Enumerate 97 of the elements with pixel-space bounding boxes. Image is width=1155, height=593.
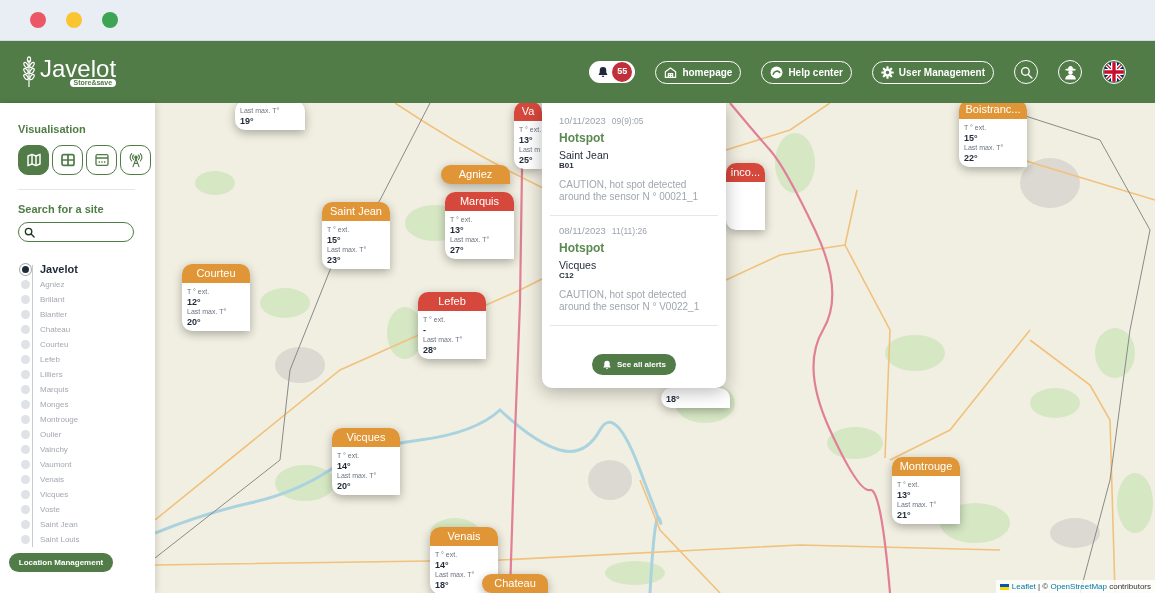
temperature-value: 13° <box>897 490 911 500</box>
map-icon <box>25 152 42 168</box>
alert-type: Hotspot <box>559 241 606 255</box>
search-icon <box>24 226 35 238</box>
marker-title: Lefeb <box>418 292 486 311</box>
antenna-view-button[interactable] <box>120 145 151 175</box>
temperature-value: 15° <box>964 133 978 143</box>
flag-icon <box>999 583 1009 590</box>
flag-icon <box>1104 62 1124 82</box>
marker-title: Va <box>514 103 542 121</box>
alert-sensor-code: C12 <box>559 271 575 280</box>
site-item[interactable]: Agniez <box>18 277 155 292</box>
notification-count: 55 <box>612 62 633 82</box>
alert-time: 11(11):26 <box>611 225 647 237</box>
antenna-icon <box>127 152 144 168</box>
temperature-value: 13° <box>519 135 533 145</box>
max-temperature-value: 20° <box>187 317 201 327</box>
panel-icon <box>93 152 110 168</box>
search-icon <box>1019 65 1033 79</box>
max-temperature-value: 22° <box>964 153 978 163</box>
notifications-button[interactable]: 55 <box>589 61 636 83</box>
site-item[interactable]: Brillant <box>18 292 155 307</box>
alert-time: 09(9):05 <box>611 115 644 127</box>
marker-title: Montrouge <box>892 457 960 476</box>
temperature-value: - <box>423 325 426 335</box>
map-view-button[interactable] <box>18 145 49 175</box>
temperature-value: 12° <box>187 297 201 307</box>
plant-logo-icon <box>22 56 36 88</box>
panel-view-button[interactable] <box>86 145 117 175</box>
alert-message: CAUTION, hot spot detected around the sensor N ° 00021_1 <box>559 179 700 203</box>
table-icon <box>59 152 76 168</box>
max-temperature-value: 20° <box>337 481 351 491</box>
section-title: Visualisation <box>18 122 87 136</box>
max-temperature-value: 25° <box>519 155 533 165</box>
max-temperature-value: 28° <box>423 345 437 355</box>
site-item[interactable]: Marquis <box>18 382 155 397</box>
marker-title: Vicques <box>332 428 400 447</box>
attribution-link[interactable]: OpenStreetMap <box>1050 581 1107 591</box>
swirl-icon <box>770 65 784 79</box>
site-item[interactable]: Lilliers <box>18 367 155 382</box>
marker-card[interactable]: inco... <box>726 163 765 230</box>
site-item[interactable]: Saint Jean <box>18 517 155 532</box>
language-button[interactable] <box>1102 60 1126 84</box>
marker-card[interactable]: 18° <box>661 388 730 408</box>
alert-site: Vicques <box>559 259 598 271</box>
max-temperature-value: 27° <box>450 245 464 255</box>
close-button[interactable] <box>30 12 46 28</box>
alert-date: 08/11/2023 <box>559 225 606 237</box>
temperature-value: 13° <box>450 225 464 235</box>
map-marker[interactable]: Chateau <box>482 574 548 593</box>
marker-title: Venais <box>430 527 498 546</box>
max-temperature-value: 18° <box>435 580 449 590</box>
site-item[interactable]: Montrouge <box>18 412 155 427</box>
max-temperature-value: 21° <box>897 510 911 520</box>
site-item[interactable]: Monges <box>18 397 155 412</box>
marker-title: Marquis <box>445 192 514 211</box>
site-item[interactable]: Lefeb <box>18 352 155 367</box>
temperature-value: 15° <box>327 235 341 245</box>
site-item[interactable]: Venais <box>18 472 155 487</box>
marker-title: Boistranc... <box>959 103 1027 119</box>
temperature-value: 14° <box>435 560 449 570</box>
marker-title: Saint Jean <box>322 202 390 221</box>
max-temperature-value: 18° <box>666 394 680 404</box>
person-icon <box>1062 64 1078 80</box>
site-item[interactable]: Voste <box>18 502 155 517</box>
site-item[interactable]: Saint Louis <box>18 532 155 547</box>
attribution-text: Leaflet | © OpenStreetMap contributors <box>1011 581 1151 592</box>
logo-text: Javelot <box>40 57 117 81</box>
alert-type: Hotspot <box>559 131 606 145</box>
marker-title: inco... <box>726 163 765 182</box>
zoom-button[interactable] <box>102 12 118 28</box>
site-item[interactable]: Vicques <box>18 487 155 502</box>
map-marker[interactable]: Agniez <box>441 165 510 184</box>
alert-sensor-code: B01 <box>559 161 575 170</box>
location-management-button[interactable]: Location Management <box>9 553 113 572</box>
table-view-button[interactable] <box>52 145 83 175</box>
site-item[interactable]: Javelot <box>18 262 155 277</box>
marker-title: Courteu <box>182 264 250 283</box>
bell-icon <box>597 66 610 78</box>
site-item[interactable]: Blantier <box>18 307 155 322</box>
gear-icon <box>880 65 894 79</box>
max-temperature-value: 19° <box>240 116 254 126</box>
max-temperature-value: 23° <box>327 255 341 265</box>
bell-icon <box>602 359 613 370</box>
alert-message: CAUTION, hot spot detected around the sensor N ° V0022_1 <box>559 289 701 313</box>
site-item[interactable]: Vaumont <box>18 457 155 472</box>
attribution-link[interactable]: Leaflet <box>1011 581 1036 591</box>
alert-site: Saint Jean <box>559 149 610 161</box>
see-all-alerts-button[interactable]: See all alerts <box>592 354 676 375</box>
alert-date: 10/11/2023 <box>559 115 606 127</box>
house-icon <box>664 65 678 79</box>
site-item[interactable]: Courteu <box>18 337 155 352</box>
site-item[interactable]: Chateau <box>18 322 155 337</box>
site-item[interactable]: Oulier <box>18 427 155 442</box>
search-label: Search for a site <box>18 202 105 216</box>
temperature-value: 14° <box>337 461 351 471</box>
site-item[interactable]: Vainchy <box>18 442 155 457</box>
